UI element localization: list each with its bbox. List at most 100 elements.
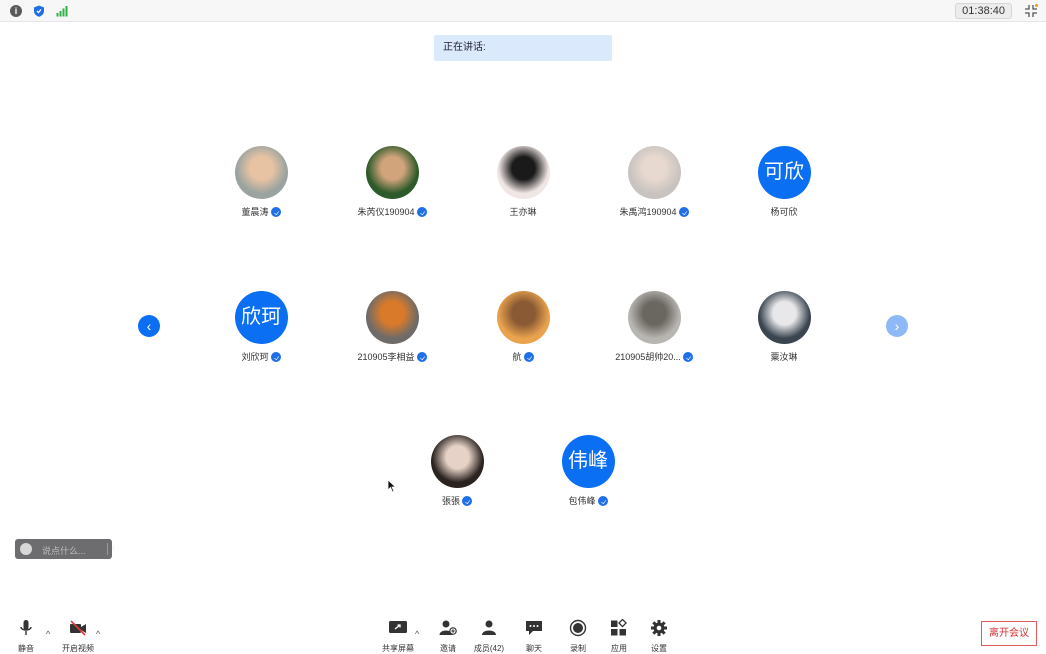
participant-name: 210905胡帅20... bbox=[615, 352, 681, 362]
chat-button[interactable]: 聊天 bbox=[514, 619, 554, 654]
participant-tile[interactable]: 210905李相益 bbox=[332, 291, 452, 363]
avatar[interactable] bbox=[234, 146, 288, 199]
record-label: 录制 bbox=[570, 644, 586, 653]
participant-tile[interactable]: 航 bbox=[463, 291, 583, 363]
audio-status-icon bbox=[682, 351, 693, 362]
participant-name-row: 210905胡帅20... bbox=[594, 350, 714, 363]
participant-name: 刘欣珂 bbox=[241, 352, 269, 362]
members-button[interactable]: 成员(42) bbox=[469, 619, 509, 654]
video-off-icon bbox=[70, 620, 86, 636]
avatar[interactable]: 可欣 bbox=[757, 146, 811, 199]
share-screen-label: 共享屏幕 bbox=[382, 644, 414, 653]
chevron-left-icon[interactable]: ‹ bbox=[112, 542, 115, 553]
participant-tile[interactable]: 董晨涛 bbox=[201, 146, 321, 218]
mouse-cursor-icon bbox=[387, 479, 397, 493]
participant-name-row: 210905李相益 bbox=[332, 350, 452, 363]
participant-tile[interactable]: 王亦琳 bbox=[463, 146, 583, 218]
settings-button[interactable]: 设置 bbox=[639, 619, 679, 654]
avatar[interactable] bbox=[365, 146, 419, 199]
gear-icon bbox=[651, 620, 667, 636]
video-label: 开启视频 bbox=[62, 644, 94, 653]
audio-status-icon bbox=[416, 206, 427, 217]
participant-name: 王亦琳 bbox=[509, 207, 537, 217]
share-screen-icon bbox=[389, 621, 407, 633]
participant-tile[interactable]: 張張 bbox=[397, 435, 517, 507]
video-button[interactable]: 开启视频 bbox=[58, 619, 98, 654]
avatar[interactable] bbox=[627, 291, 681, 344]
participant-name: 朱芮仪190904 bbox=[357, 207, 415, 217]
avatar[interactable] bbox=[430, 435, 484, 488]
apps-button[interactable]: 应用 bbox=[599, 618, 639, 654]
avatar[interactable] bbox=[365, 291, 419, 344]
top-status-bar: i 01:38:40 bbox=[0, 0, 1046, 22]
invite-button[interactable]: 邀请 bbox=[428, 619, 468, 654]
chat-icon bbox=[526, 621, 542, 635]
share-screen-button[interactable]: 共享屏幕 bbox=[378, 619, 418, 654]
audio-status-icon bbox=[597, 495, 608, 506]
microphone-icon bbox=[20, 620, 32, 635]
share-options-chevron-up-icon[interactable]: ^ bbox=[415, 630, 423, 639]
participant-name-row: 張張 bbox=[397, 494, 517, 507]
participant-tile[interactable]: 朱芮仪190904 bbox=[332, 146, 452, 218]
participant-tile[interactable]: 210905胡帅20... bbox=[594, 291, 714, 363]
participant-name-row: 杨可欣 bbox=[724, 205, 844, 218]
meeting-timer: 01:38:40 bbox=[955, 3, 1012, 19]
participant-name: 210905李相益 bbox=[357, 352, 415, 362]
participant-tile[interactable]: 伟峰包伟峰 bbox=[528, 435, 648, 507]
avatar[interactable] bbox=[757, 291, 811, 344]
avatar[interactable] bbox=[496, 291, 550, 344]
signal-icon[interactable] bbox=[56, 5, 68, 17]
participant-name-row: 朱芮仪190904 bbox=[332, 205, 452, 218]
invite-label: 邀请 bbox=[440, 644, 456, 653]
mute-button[interactable]: 静音 bbox=[6, 619, 46, 654]
leave-meeting-button[interactable]: 离开会议 bbox=[981, 621, 1037, 646]
participant-name-row: 王亦琳 bbox=[463, 205, 583, 218]
chat-label: 聊天 bbox=[526, 644, 542, 653]
audio-status-icon bbox=[678, 206, 689, 217]
participant-tile[interactable]: 朱禹鸿190904 bbox=[594, 146, 714, 218]
participant-name: 朱禹鸿190904 bbox=[619, 207, 677, 217]
chat-quick-input[interactable]: 说点什么... ‹ bbox=[15, 539, 115, 559]
chat-placeholder: 说点什么... bbox=[42, 546, 86, 556]
invite-icon bbox=[439, 620, 457, 635]
video-options-chevron-up-icon[interactable]: ^ bbox=[96, 630, 104, 639]
record-button[interactable]: 录制 bbox=[558, 619, 598, 654]
participant-name-row: 董晨涛 bbox=[201, 205, 321, 218]
participant-name-row: 朱禹鸿190904 bbox=[594, 205, 714, 218]
avatar[interactable] bbox=[627, 146, 681, 199]
emoji-icon[interactable] bbox=[20, 543, 32, 555]
participant-name: 張張 bbox=[441, 496, 460, 506]
participant-tile[interactable]: 粟汝琳 bbox=[724, 291, 844, 363]
next-page-button[interactable]: › bbox=[886, 315, 908, 337]
mute-label: 静音 bbox=[18, 644, 34, 653]
participant-name: 杨可欣 bbox=[770, 207, 798, 217]
avatar[interactable]: 伟峰 bbox=[561, 435, 615, 488]
apps-icon bbox=[611, 618, 627, 636]
participant-name-row: 刘欣珂 bbox=[201, 350, 321, 363]
participant-name: 董晨涛 bbox=[241, 207, 269, 217]
audio-status-icon bbox=[523, 351, 534, 362]
participant-tile[interactable]: 欣珂刘欣珂 bbox=[201, 291, 321, 363]
audio-status-icon bbox=[462, 495, 472, 506]
participant-name-row: 包伟峰 bbox=[528, 494, 648, 507]
avatar[interactable] bbox=[496, 146, 550, 199]
participant-name: 粟汝琳 bbox=[770, 352, 798, 362]
participant-tile[interactable]: 可欣 杨可欣 bbox=[724, 146, 844, 218]
participant-name-row: 航 bbox=[463, 350, 583, 363]
info-icon[interactable]: i bbox=[10, 5, 22, 17]
settings-label: 设置 bbox=[651, 644, 667, 653]
members-icon bbox=[482, 620, 496, 635]
mute-options-chevron-up-icon[interactable]: ^ bbox=[46, 630, 54, 639]
record-icon bbox=[569, 619, 587, 637]
exit-fullscreen-icon[interactable] bbox=[1024, 4, 1038, 18]
previous-page-button[interactable]: ‹ bbox=[138, 315, 160, 337]
audio-status-icon bbox=[270, 351, 281, 362]
shield-icon[interactable] bbox=[33, 5, 45, 17]
apps-label: 应用 bbox=[611, 644, 627, 653]
speaking-indicator: 正在讲话: bbox=[434, 35, 612, 61]
participant-name-row: 粟汝琳 bbox=[724, 350, 844, 363]
audio-status-icon bbox=[416, 351, 427, 362]
participant-name: 包伟峰 bbox=[568, 496, 596, 506]
avatar[interactable]: 欣珂 bbox=[234, 291, 288, 344]
participant-name: 航 bbox=[512, 352, 522, 362]
